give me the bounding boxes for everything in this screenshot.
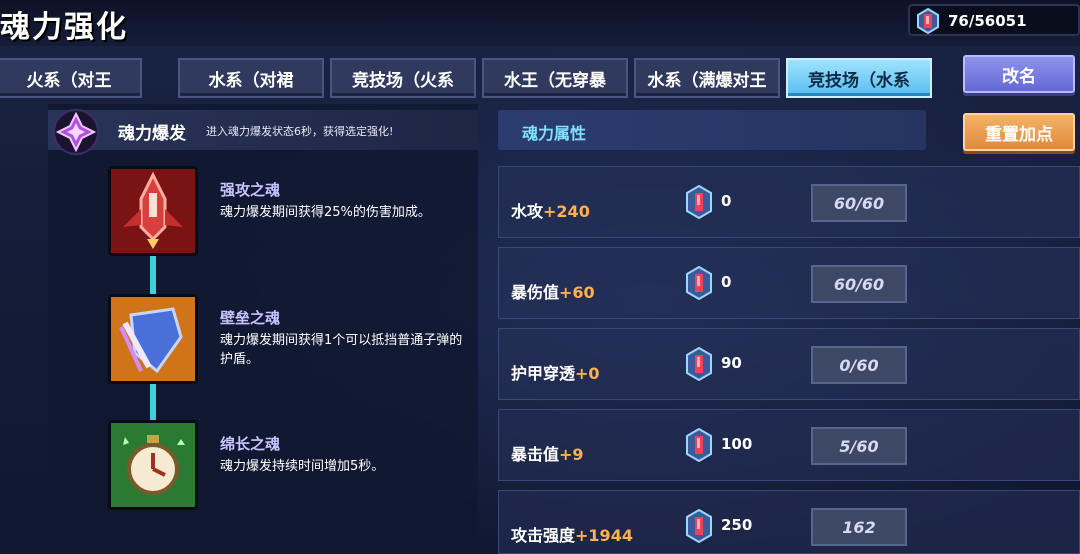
attribute-name: 暴击值 <box>511 445 560 464</box>
page-title: 魂力强化 <box>0 10 128 45</box>
tab-build-1[interactable]: 火系（对王 <box>0 58 142 98</box>
stopwatch-icon <box>111 423 195 507</box>
attribute-label: 水攻+240 <box>511 198 590 222</box>
attribute-level[interactable]: 5/60 <box>811 427 907 465</box>
attributes-header: 魂力属性 <box>498 110 926 150</box>
attribute-label: 护甲穿透+0 <box>511 360 600 384</box>
rename-button[interactable]: 改名 <box>963 55 1075 93</box>
soul-crystal-icon <box>686 347 712 381</box>
soul-crystal-icon <box>917 7 939 35</box>
soul-burst-title: 魂力爆发 <box>118 124 186 144</box>
attribute-bonus: +60 <box>559 283 595 302</box>
attribute-label: 攻击强度+1944 <box>511 522 633 546</box>
attribute-cost: 90 <box>721 354 742 372</box>
soul-crystal-icon <box>686 428 712 462</box>
build-tabs: 火系（对王 水系（对裙 竞技场（火系 水王（无穿暴 水系（满爆对王 竞技场（水系 <box>0 58 948 100</box>
attribute-bonus: +9 <box>559 445 584 464</box>
tab-build-3[interactable]: 竞技场（火系 <box>330 58 476 98</box>
soul-bulwark-slot[interactable] <box>108 294 198 384</box>
soul-crystal-icon <box>686 266 712 300</box>
attribute-row: 水攻+240 0 60/60 <box>498 166 1080 238</box>
attribute-label: 暴击值+9 <box>511 441 584 465</box>
attribute-label: 暴伤值+60 <box>511 279 595 303</box>
currency-value: 76/56051 <box>948 12 1027 30</box>
soul-burst-description: 进入魂力爆发状态6秒，获得选定强化! <box>206 125 394 138</box>
attribute-name: 暴伤值 <box>511 283 560 302</box>
attribute-level[interactable]: 60/60 <box>811 265 907 303</box>
attribute-level[interactable]: 162 <box>811 508 907 546</box>
soul-connector <box>150 255 156 297</box>
soul-crystal-icon <box>686 185 712 219</box>
soul-strike-slot[interactable] <box>108 166 198 256</box>
soul-duration-name: 绵长之魂 <box>220 435 281 453</box>
shield-icon <box>111 297 195 381</box>
attribute-row: 护甲穿透+0 90 0/60 <box>498 328 1080 400</box>
soul-duration-slot[interactable] <box>108 420 198 510</box>
soul-strike-name: 强攻之魂 <box>220 181 281 199</box>
attribute-bonus: +1944 <box>575 526 633 545</box>
attribute-name: 攻击强度 <box>511 526 576 545</box>
reset-points-button[interactable]: 重置加点 <box>963 113 1075 151</box>
attribute-cost: 100 <box>721 435 753 453</box>
attribute-bonus: +0 <box>575 364 600 383</box>
attribute-cost: 0 <box>721 192 732 210</box>
attribute-row: 暴击值+9 100 5/60 <box>498 409 1080 481</box>
rocket-icon <box>111 169 195 253</box>
attribute-row: 暴伤值+60 0 60/60 <box>498 247 1080 319</box>
attribute-bonus: +240 <box>543 202 590 221</box>
tab-build-6[interactable]: 竞技场（水系 <box>786 58 932 98</box>
attribute-cost: 250 <box>721 516 753 534</box>
attribute-row: 攻击强度+1944 250 162 <box>498 490 1080 554</box>
attribute-name: 护甲穿透 <box>511 364 576 383</box>
attributes-title: 魂力属性 <box>522 124 587 143</box>
attribute-level[interactable]: 0/60 <box>811 346 907 384</box>
soul-burst-icon <box>53 109 99 155</box>
soul-crystal-counter: 76/56051 <box>908 4 1080 36</box>
soul-connector <box>150 382 156 422</box>
soul-duration-description: 魂力爆发持续时间增加5秒。 <box>220 459 385 474</box>
tab-build-2[interactable]: 水系（对裙 <box>178 58 324 98</box>
attribute-level[interactable]: 60/60 <box>811 184 907 222</box>
tab-build-4[interactable]: 水王（无穿暴 <box>482 58 628 98</box>
tab-build-5[interactable]: 水系（满爆对王 <box>634 58 780 98</box>
soul-crystal-icon <box>686 509 712 543</box>
soul-bulwark-name: 壁垒之魂 <box>220 309 281 327</box>
soul-bulwark-description: 魂力爆发期间获得1个可以抵挡普通子弹的护盾。 <box>220 333 463 367</box>
attribute-name: 水攻 <box>511 202 544 221</box>
attribute-cost: 0 <box>721 273 732 291</box>
soul-strike-description: 魂力爆发期间获得25%的伤害加成。 <box>220 205 431 220</box>
